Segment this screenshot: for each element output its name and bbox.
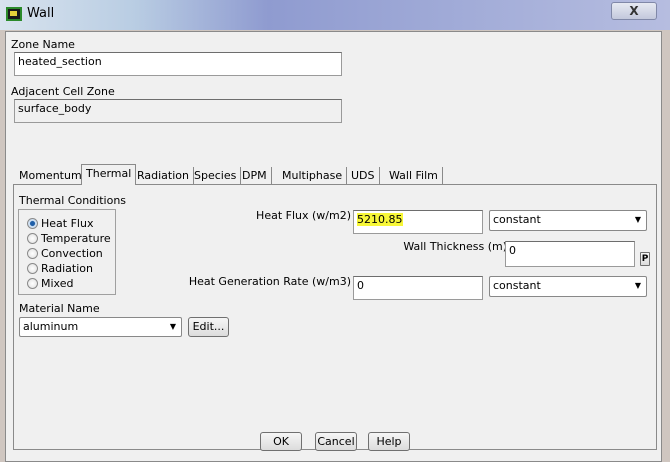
dropdown-value: constant: [493, 279, 541, 292]
window-title: Wall: [27, 6, 55, 21]
wall-thickness-label: Wall Thickness (m): [403, 240, 507, 253]
tab-thermal[interactable]: Thermal: [81, 164, 137, 185]
zone-name-input[interactable]: heated_section: [14, 52, 342, 76]
material-name-dropdown[interactable]: aluminum ▼: [19, 317, 182, 337]
radio-label: Mixed: [41, 277, 74, 290]
radio-label: Temperature: [41, 232, 111, 245]
radio-label: Heat Flux: [41, 217, 94, 230]
wall-thickness-parameter-button[interactable]: P: [640, 252, 650, 266]
tab-dpm[interactable]: DPM: [238, 167, 272, 184]
heat-flux-value: 5210.85: [357, 213, 403, 226]
heat-flux-label: Heat Flux (w/m2): [256, 209, 351, 222]
edit-material-button[interactable]: Edit...: [188, 317, 229, 337]
wall-dialog: Zone Name heated_section Adjacent Cell Z…: [5, 31, 662, 462]
radio-heat-flux[interactable]: Heat Flux: [27, 217, 93, 230]
title-bar: Wall X: [0, 0, 670, 30]
tab-uds[interactable]: UDS: [347, 167, 380, 184]
zone-name-label: Zone Name: [11, 38, 75, 51]
heat-generation-label: Heat Generation Rate (w/m3): [188, 275, 351, 288]
radio-mixed[interactable]: Mixed: [27, 277, 73, 290]
thermal-conditions-group: Heat Flux Temperature Convection Radiati…: [18, 209, 116, 295]
wall-thickness-input[interactable]: 0: [505, 241, 635, 267]
tab-wall-film[interactable]: Wall Film: [385, 167, 443, 184]
radio-icon: [27, 278, 38, 289]
heat-generation-input[interactable]: 0: [353, 276, 483, 300]
chevron-down-icon: ▼: [634, 281, 641, 290]
tab-species[interactable]: Species: [190, 167, 242, 184]
radio-selected-icon: [27, 218, 38, 229]
heat-flux-input[interactable]: 5210.85: [353, 210, 483, 234]
cancel-button[interactable]: Cancel: [315, 432, 357, 451]
close-button[interactable]: X: [611, 2, 657, 20]
radio-radiation[interactable]: Radiation: [27, 262, 93, 275]
adjacent-cell-zone-label: Adjacent Cell Zone: [11, 85, 115, 98]
chevron-down-icon: ▼: [634, 215, 641, 224]
radio-icon: [27, 233, 38, 244]
heat-generation-mode-dropdown[interactable]: constant ▼: [489, 276, 647, 297]
help-button[interactable]: Help: [368, 432, 410, 451]
material-name-label: Material Name: [19, 302, 100, 315]
dropdown-value: aluminum: [23, 320, 79, 333]
heat-flux-mode-dropdown[interactable]: constant ▼: [489, 210, 647, 231]
radio-convection[interactable]: Convection: [27, 247, 103, 260]
tab-multiphase[interactable]: Multiphase: [278, 167, 348, 184]
radio-label: Radiation: [41, 262, 93, 275]
tab-momentum[interactable]: Momentum: [15, 167, 87, 184]
chevron-down-icon: ▼: [169, 322, 176, 331]
tab-radiation[interactable]: Radiation: [133, 167, 194, 184]
dropdown-value: constant: [493, 213, 541, 226]
radio-temperature[interactable]: Temperature: [27, 232, 111, 245]
radio-label: Convection: [41, 247, 103, 260]
adjacent-cell-zone-field: surface_body: [14, 99, 342, 123]
tab-panel-thermal: Thermal Conditions Heat Flux Temperature…: [13, 184, 657, 450]
radio-icon: [27, 263, 38, 274]
radio-icon: [27, 248, 38, 259]
ok-button[interactable]: OK: [260, 432, 302, 451]
thermal-conditions-label: Thermal Conditions: [19, 194, 127, 207]
app-icon: [6, 7, 22, 21]
